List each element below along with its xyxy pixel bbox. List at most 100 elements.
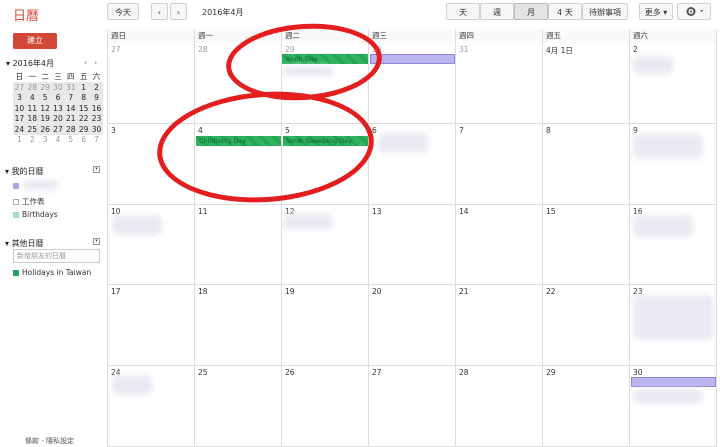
day-number[interactable]: 25 [198,368,208,377]
day-number[interactable]: 27 [111,45,121,54]
mini-day[interactable]: 26 [38,124,52,135]
mini-day[interactable]: 3 [39,135,52,146]
mini-day[interactable]: 28 [64,124,78,135]
more-button[interactable]: 更多 ▾ [639,3,673,20]
day-number[interactable]: 3 [111,126,116,135]
day-cell[interactable]: 15 [543,205,630,285]
mini-day[interactable]: 23 [90,113,103,124]
mini-day[interactable]: 8 [77,92,91,103]
mini-day[interactable]: 31 [64,82,78,93]
mini-day[interactable]: 2 [26,135,39,146]
today-button[interactable]: 今天 [107,3,139,20]
day-cell[interactable]: 18 [195,285,282,366]
next-button[interactable]: › [170,3,187,20]
day-cell[interactable]: 14 [456,205,543,285]
day-cell[interactable]: 7 [456,124,543,205]
day-cell[interactable]: 28 [456,366,543,447]
mini-day[interactable]: 9 [90,92,103,103]
mini-day[interactable]: 7 [90,135,103,146]
calendar-item-holidays-taiwan[interactable]: Holidays in Taiwan [13,268,91,277]
event-personal-apr30[interactable] [631,377,716,387]
mini-day[interactable]: 17 [13,113,26,124]
day-number[interactable]: 7 [459,126,464,135]
mini-day[interactable]: 6 [77,135,90,146]
mini-day[interactable]: 29 [38,82,52,93]
other-calendars-dropdown[interactable]: ▾ [93,238,100,245]
day-number[interactable]: 27 [372,368,382,377]
mini-day[interactable]: 10 [13,103,26,114]
day-number[interactable]: 19 [285,287,295,296]
footer-links[interactable]: 條款 - 隱私設定 [25,436,74,446]
mini-day[interactable]: 25 [25,124,39,135]
day-cell[interactable]: 31 [456,43,543,124]
mini-day[interactable]: 30 [90,124,103,135]
calendar-item-birthdays[interactable]: Birthdays [13,210,58,219]
mini-day[interactable]: 21 [64,113,78,124]
day-number[interactable]: 2 [633,45,638,54]
view-month-button[interactable]: 月 [514,3,548,20]
day-number[interactable]: 20 [372,287,382,296]
day-cell[interactable]: 21 [456,285,543,366]
my-calendars-dropdown[interactable]: ▾ [93,166,100,173]
mini-day[interactable]: 22 [77,113,91,124]
mini-day[interactable]: 28 [25,82,39,93]
day-cell[interactable]: 27 [369,366,456,447]
day-number[interactable]: 29 [546,368,556,377]
mini-day[interactable]: 4 [52,135,65,146]
mini-day[interactable]: 5 [38,92,52,103]
mini-day[interactable]: 3 [13,92,26,103]
mini-day[interactable]: 13 [51,103,65,114]
day-number[interactable]: 8 [546,126,551,135]
view-day-button[interactable]: 天 [446,3,480,20]
day-cell[interactable]: 22 [543,285,630,366]
other-calendars-header[interactable]: ▾ 其他日曆 [5,238,44,249]
day-number[interactable]: 4月 1日 [546,45,573,56]
day-number[interactable]: 14 [459,207,469,216]
view-4day-button[interactable]: 4 天 [548,3,582,20]
mini-calendar-title[interactable]: 2016年4月 [13,59,54,68]
day-number[interactable]: 28 [459,368,469,377]
day-number[interactable]: 26 [285,368,295,377]
mini-day[interactable]: 30 [51,82,65,93]
view-week-button[interactable]: 週 [480,3,514,20]
mini-day[interactable]: 24 [13,124,26,135]
mini-next-icon[interactable]: › [94,58,97,67]
mini-day[interactable]: 11 [25,103,39,114]
day-cell[interactable]: 13 [369,205,456,285]
mini-day[interactable]: 18 [25,113,39,124]
add-friend-calendar-input[interactable]: 新增朋友的日曆 [13,249,100,263]
settings-button[interactable] [677,3,711,20]
day-cell[interactable]: 27 [108,43,195,124]
prev-button[interactable]: ‹ [151,3,168,20]
mini-day[interactable]: 7 [64,92,78,103]
day-cell[interactable]: 20 [369,285,456,366]
day-number[interactable]: 31 [459,45,469,54]
day-number[interactable]: 13 [372,207,382,216]
day-number[interactable]: 22 [546,287,556,296]
mini-day[interactable]: 1 [13,135,26,146]
mini-day[interactable]: 6 [51,92,65,103]
day-cell[interactable]: 8 [543,124,630,205]
day-cell[interactable]: 26 [282,366,369,447]
day-number[interactable]: 11 [198,207,208,216]
my-calendars-header[interactable]: ▾ 我的日曆 [5,166,44,177]
day-number[interactable]: 17 [111,287,121,296]
calendar-item-worksheet[interactable]: 工作表 [13,196,45,207]
mini-day[interactable]: 20 [51,113,65,124]
day-cell[interactable]: 4月 1日 [543,43,630,124]
mini-day[interactable]: 4 [25,92,39,103]
mini-day[interactable]: 29 [77,124,91,135]
calendar-item-personal[interactable] [13,181,22,190]
mini-day[interactable]: 27 [51,124,65,135]
mini-day[interactable]: 5 [64,135,77,146]
day-cell[interactable]: 29 [543,366,630,447]
mini-day[interactable]: 12 [38,103,52,114]
event-personal[interactable] [370,54,455,64]
mini-day[interactable]: 1 [77,82,91,93]
create-button[interactable]: 建立 [13,33,57,49]
mini-prev-icon[interactable]: ‹ [84,58,87,67]
mini-day[interactable]: 27 [13,82,26,93]
day-cell[interactable]: 11 [195,205,282,285]
day-cell[interactable]: 19 [282,285,369,366]
mini-day[interactable]: 16 [90,103,103,114]
